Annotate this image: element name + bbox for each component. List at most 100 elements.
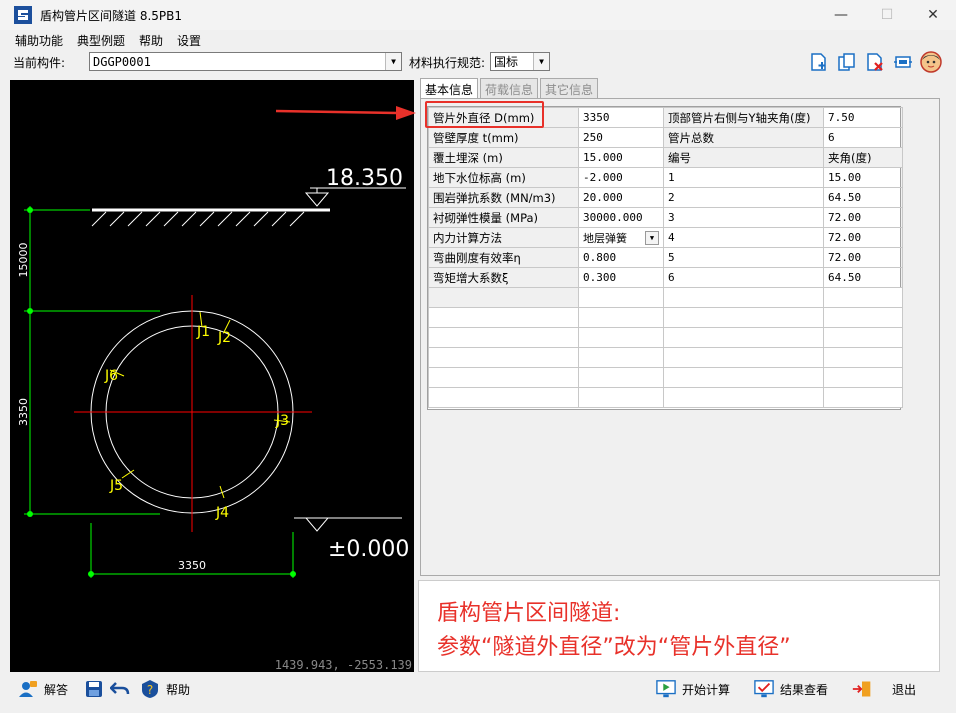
material-standard-select[interactable]: 国标 ▼ bbox=[490, 52, 550, 71]
segment-angle-input[interactable]: 64.50 bbox=[823, 187, 903, 208]
table-row-empty bbox=[428, 387, 903, 408]
status-bar: 解答 ? 帮助 开始计算 结果查看 退出 bbox=[0, 674, 956, 704]
joint-labels: J1 J2 J3 J4 J5 J6 bbox=[104, 324, 289, 521]
toolbar: 当前构件: DGGP0001 ▼ 材料执行规范: 国标 ▼ bbox=[0, 50, 956, 74]
start-calc-button[interactable]: 开始计算 bbox=[656, 679, 730, 699]
exit-door-icon bbox=[852, 679, 872, 699]
table-row-empty bbox=[428, 287, 903, 308]
param-value-input[interactable]: 6 bbox=[823, 127, 903, 148]
calc-method-select[interactable]: 地层弹簧 ▼ bbox=[578, 227, 664, 248]
elevation-marker-bottom bbox=[304, 517, 330, 532]
current-component-select[interactable]: DGGP0001 ▼ bbox=[89, 52, 402, 71]
param-value-input[interactable]: 20.000 bbox=[578, 187, 664, 208]
annotation-note: 盾构管片区间隧道: 参数“隧道外直径”改为“管片外直径” bbox=[418, 580, 940, 672]
param-value-input[interactable]: 0.800 bbox=[578, 247, 664, 268]
user-answer-icon bbox=[18, 679, 38, 699]
table-row: 围岩弹抗系数 (MN/m3) 20.000 2 64.50 bbox=[428, 187, 903, 208]
table-row: 管壁厚度 t(mm) 250 管片总数 6 bbox=[428, 127, 903, 148]
menu-settings[interactable]: 设置 bbox=[170, 32, 208, 49]
param-label: 管壁厚度 t(mm) bbox=[428, 127, 579, 148]
param-label: 地下水位标高 (m) bbox=[428, 167, 579, 188]
save-icon bbox=[84, 679, 104, 699]
segment-angle-input[interactable]: 72.00 bbox=[823, 227, 903, 248]
param-value-input[interactable]: 30000.000 bbox=[578, 207, 664, 228]
calc-method-value: 地层弹簧 bbox=[583, 231, 627, 245]
param-label: 管片总数 bbox=[663, 127, 824, 148]
table-row-empty bbox=[428, 327, 903, 348]
segment-angle-input[interactable]: 64.50 bbox=[823, 267, 903, 288]
exit-label: 退出 bbox=[892, 682, 917, 697]
chevron-down-icon[interactable]: ▼ bbox=[645, 230, 659, 245]
param-value-input[interactable]: 0.300 bbox=[578, 267, 664, 288]
annotation-line-1: 盾构管片区间隧道: bbox=[437, 601, 621, 626]
chevron-down-icon[interactable]: ▼ bbox=[533, 53, 549, 70]
app-logo-icon bbox=[14, 6, 32, 24]
svg-text:?: ? bbox=[147, 683, 153, 697]
param-label: 顶部管片右侧与Y轴夹角(度) bbox=[663, 107, 824, 128]
joint-label-j4: J4 bbox=[215, 505, 229, 521]
param-value-input[interactable]: 3350 bbox=[578, 107, 664, 128]
param-value-input[interactable]: 15.000 bbox=[578, 147, 664, 168]
elevation-marker-top bbox=[304, 192, 330, 207]
window-title: 盾构管片区间隧道 8.5PB1 bbox=[40, 8, 183, 23]
close-icon[interactable]: ✕ bbox=[910, 0, 956, 30]
table-row: 弯矩增大系数ξ 0.300 6 64.50 bbox=[428, 267, 903, 288]
user-avatar-icon[interactable] bbox=[920, 51, 942, 73]
table-row: 覆土埋深 (m) 15.000 编号 夹角(度) bbox=[428, 147, 903, 168]
current-component-value: DGGP0001 bbox=[93, 54, 151, 69]
help-button[interactable]: ? 帮助 bbox=[140, 679, 190, 699]
cad-drawing-canvas[interactable]: 18.350 15000 3350 J1 J2 J3 J4 J5 J6 ±0.0… bbox=[10, 80, 414, 672]
table-row: 地下水位标高 (m) -2.000 1 15.00 bbox=[428, 167, 903, 188]
elevation-top-label: 18.350 bbox=[326, 166, 403, 191]
joint-label-j2: J2 bbox=[217, 330, 231, 346]
tunnel-section-drawing: 18.350 15000 3350 J1 J2 J3 J4 J5 J6 ±0.0… bbox=[17, 166, 409, 578]
vertical-dimension bbox=[24, 206, 160, 515]
table-row-empty bbox=[428, 367, 903, 388]
dim-vertical-top-label: 15000 bbox=[17, 243, 30, 278]
chevron-down-icon[interactable]: ▼ bbox=[385, 53, 401, 70]
red-arrow-icon bbox=[275, 106, 416, 120]
table-row: 衬砌弹性模量 (MPa) 30000.000 3 72.00 bbox=[428, 207, 903, 228]
param-value-input[interactable]: 250 bbox=[578, 127, 664, 148]
menu-examples[interactable]: 典型例题 bbox=[70, 32, 132, 49]
start-calc-label: 开始计算 bbox=[682, 682, 731, 697]
exit-button[interactable]: 退出 bbox=[852, 679, 916, 699]
param-label: 衬砌弹性模量 (MPa) bbox=[428, 207, 579, 228]
save-button[interactable] bbox=[84, 679, 104, 699]
answer-label: 解答 bbox=[44, 682, 69, 697]
answer-button[interactable]: 解答 bbox=[18, 679, 68, 699]
menu-auxiliary[interactable]: 辅助功能 bbox=[8, 32, 70, 49]
copy-document-icon[interactable] bbox=[836, 51, 858, 73]
maximize-icon[interactable]: ☐ bbox=[864, 0, 910, 30]
segment-angle-input[interactable]: 72.00 bbox=[823, 207, 903, 228]
param-value-input[interactable]: 7.50 bbox=[823, 107, 903, 128]
undo-button[interactable] bbox=[110, 679, 130, 699]
title-bar: 盾构管片区间隧道 8.5PB1 — ☐ ✕ bbox=[0, 0, 956, 30]
tab-other-info[interactable]: 其它信息 bbox=[540, 78, 599, 98]
view-results-button[interactable]: 结果查看 bbox=[754, 679, 828, 699]
segment-number: 6 bbox=[663, 267, 824, 288]
segment-angle-input[interactable]: 15.00 bbox=[823, 167, 903, 188]
add-document-icon[interactable] bbox=[808, 51, 830, 73]
menu-help[interactable]: 帮助 bbox=[132, 32, 170, 49]
param-label: 覆土埋深 (m) bbox=[428, 147, 579, 168]
tab-basic-info[interactable]: 基本信息 bbox=[420, 78, 479, 99]
param-label: 围岩弹抗系数 (MN/m3) bbox=[428, 187, 579, 208]
ground-hatch bbox=[91, 211, 305, 227]
joint-label-j3: J3 bbox=[275, 413, 289, 429]
annotation-line-2: 参数“隧道外直径”改为“管片外直径” bbox=[437, 635, 791, 660]
tab-load-info[interactable]: 荷载信息 bbox=[480, 78, 539, 98]
help-icon: ? bbox=[140, 679, 160, 699]
table-row-empty bbox=[428, 307, 903, 328]
minimize-icon[interactable]: — bbox=[818, 0, 864, 30]
table-row: 弯曲刚度有效率η 0.800 5 72.00 bbox=[428, 247, 903, 268]
delete-document-icon[interactable] bbox=[864, 51, 886, 73]
param-value-input[interactable]: -2.000 bbox=[578, 167, 664, 188]
cursor-coordinates: 1439.943, -2553.139 bbox=[274, 658, 412, 672]
segment-number: 3 bbox=[663, 207, 824, 228]
parameter-grid: 管片外直径 D(mm) 3350 顶部管片右侧与Y轴夹角(度) 7.50 管壁厚… bbox=[427, 106, 903, 410]
export-icon[interactable] bbox=[892, 51, 914, 73]
segment-angle-input[interactable]: 72.00 bbox=[823, 247, 903, 268]
segment-number: 5 bbox=[663, 247, 824, 268]
table-row: 内力计算方法 地层弹簧 ▼ 4 72.00 bbox=[428, 227, 903, 248]
